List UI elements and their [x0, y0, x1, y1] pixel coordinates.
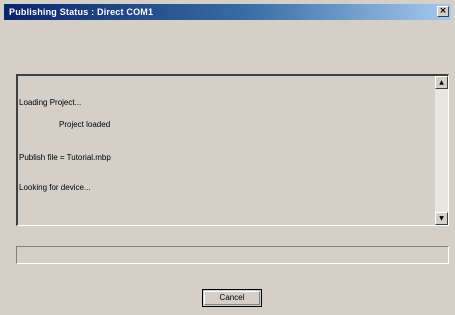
scroll-down-button[interactable]: ▼: [435, 212, 448, 225]
progress-bar: [16, 246, 449, 264]
vertical-scrollbar[interactable]: ▲ ▼: [435, 76, 448, 225]
cancel-button[interactable]: Cancel: [202, 289, 262, 307]
publishing-status-dialog: Publishing Status : Direct COM1 × Loadin…: [0, 0, 455, 315]
close-icon: ×: [439, 6, 447, 16]
arrow-down-icon: ▼: [439, 215, 444, 222]
log-line-project-loaded: Project loaded: [59, 120, 111, 129]
title-bar[interactable]: Publishing Status : Direct COM1 ×: [4, 4, 451, 20]
scroll-up-button[interactable]: ▲: [435, 76, 448, 89]
status-log[interactable]: Loading Project... Project loaded Publis…: [16, 74, 449, 226]
log-line-loading-project: Loading Project...: [19, 98, 82, 107]
close-button[interactable]: ×: [437, 6, 449, 17]
arrow-up-icon: ▲: [439, 79, 444, 86]
window-title: Publishing Status : Direct COM1: [9, 7, 154, 17]
status-log-content: Loading Project... Project loaded Publis…: [18, 76, 435, 225]
log-line-publish-file: Publish file = Tutorial.mbp: [19, 153, 111, 162]
log-line-looking-for-device: Looking for device...: [19, 183, 91, 192]
cancel-button-label: Cancel: [219, 293, 245, 302]
